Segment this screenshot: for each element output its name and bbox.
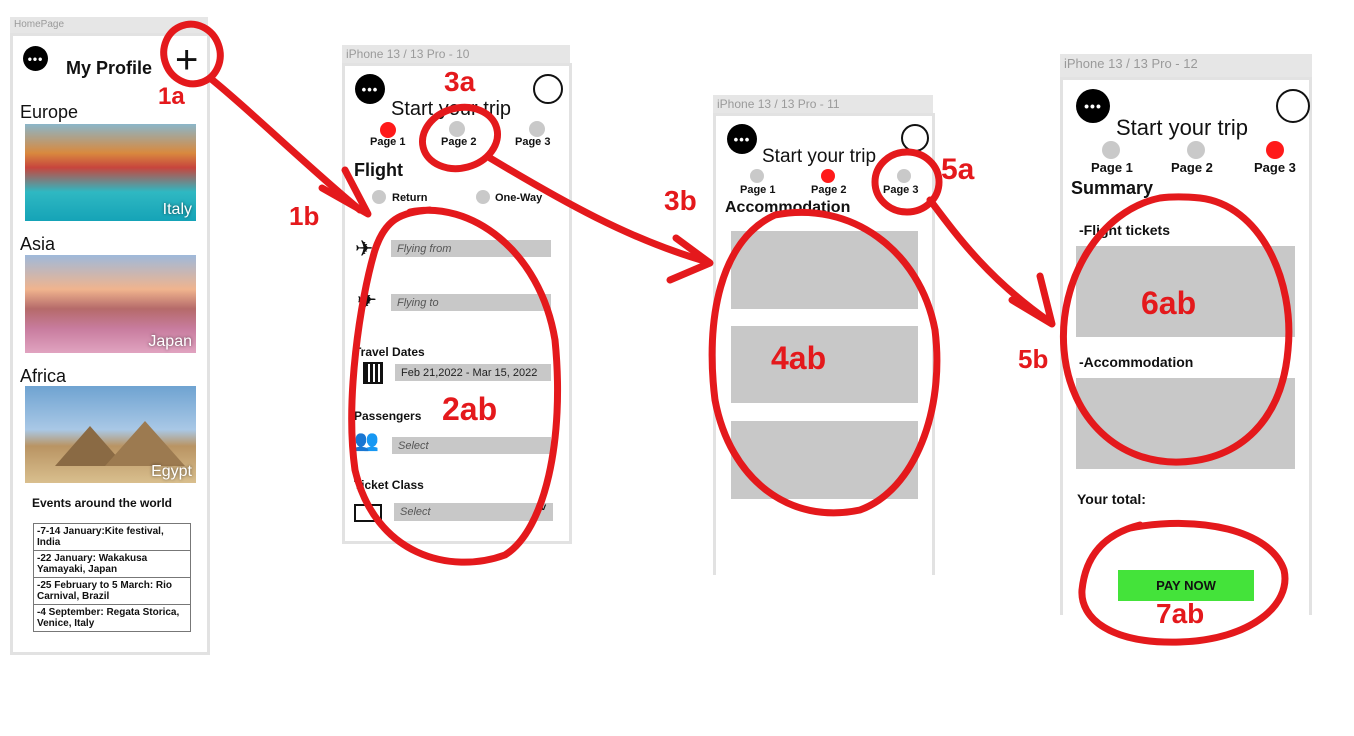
annotation-label-3b: 3b bbox=[664, 185, 697, 216]
annotation-label-4ab: 4ab bbox=[771, 340, 827, 376]
annotation-label-7ab: 7ab bbox=[1156, 598, 1205, 629]
annotation-circle-3a bbox=[418, 103, 502, 173]
annotation-overlay bbox=[160, 20, 1293, 646]
annotation-label-3a: 3a bbox=[444, 66, 476, 97]
annotation-arrow-1 bbox=[206, 74, 364, 214]
annotation-arrow-5 bbox=[926, 196, 1054, 326]
annotation-arrowhead-1 bbox=[318, 166, 372, 218]
annotation-label-1b: 1b bbox=[289, 201, 320, 231]
annotation-label-1a: 1a bbox=[158, 83, 185, 110]
annotation-label-5a: 5a bbox=[941, 153, 975, 186]
annotation-label-5b: 5b bbox=[1018, 344, 1049, 374]
annotation-circle-6ab bbox=[1059, 193, 1293, 466]
annotation-label-2ab: 2ab bbox=[442, 391, 498, 427]
annotation-circle-2ab bbox=[348, 206, 562, 566]
annotation-label-6ab: 6ab bbox=[1141, 285, 1197, 321]
annotation-arrowhead-5 bbox=[1008, 272, 1056, 328]
